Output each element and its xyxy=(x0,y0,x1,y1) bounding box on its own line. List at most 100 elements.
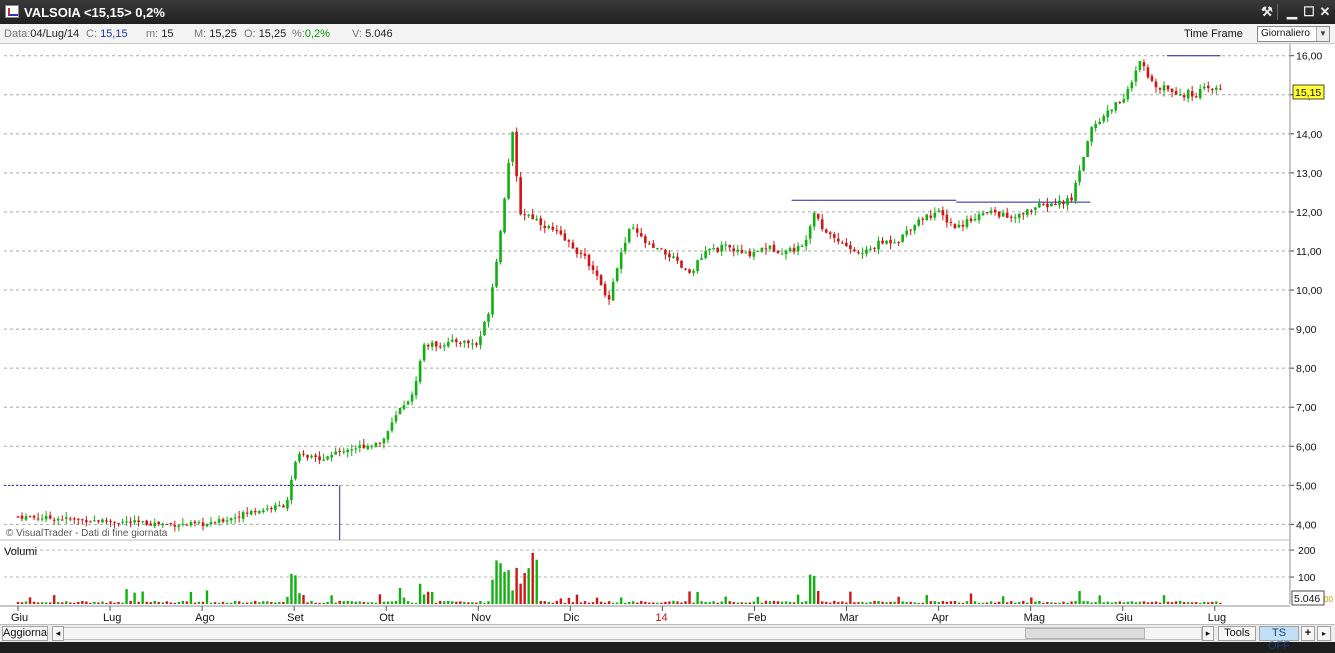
candle-body xyxy=(559,230,563,235)
volume-bar xyxy=(672,600,675,604)
candle-body xyxy=(1050,203,1053,207)
price-chart[interactable]: 4,00 5,00 6,00 7,00 8,00 9,00 10,00 11,00 12,00 1… xyxy=(0,44,1335,624)
volume-bar xyxy=(636,602,639,604)
volume-bar xyxy=(615,602,619,604)
volume-bar xyxy=(262,601,265,604)
candle-body xyxy=(314,455,317,457)
tools-button[interactable]: Tools xyxy=(1218,626,1256,641)
volume-bar xyxy=(169,602,173,604)
volume-bar xyxy=(680,602,683,604)
volume-bar xyxy=(660,602,663,604)
volume-bar xyxy=(1018,602,1021,604)
candle-body xyxy=(1158,88,1162,90)
candle-body xyxy=(1013,217,1017,219)
candle-body xyxy=(157,522,161,525)
volume-bar xyxy=(290,573,293,604)
y-tick-label: 16,00 xyxy=(1296,51,1322,63)
volume-bar xyxy=(780,601,784,604)
scroll-left-icon[interactable]: ◂ xyxy=(52,626,64,641)
candle-body xyxy=(816,213,820,219)
candle-body xyxy=(784,250,788,255)
candle-body xyxy=(487,313,490,322)
volume-bar xyxy=(298,593,301,604)
candle-body xyxy=(68,518,72,520)
volume-bar xyxy=(237,601,241,604)
candle-body xyxy=(36,518,40,520)
volume-bar xyxy=(40,602,44,604)
candle-body xyxy=(788,248,792,252)
volume-bar xyxy=(1199,602,1202,604)
volume-bar xyxy=(853,602,856,604)
plus-button[interactable]: + xyxy=(1301,626,1315,641)
candle-body xyxy=(97,520,100,522)
volume-bar xyxy=(398,588,402,604)
candle-body xyxy=(1090,127,1093,142)
candle-body xyxy=(555,229,559,232)
candle-body xyxy=(1178,94,1182,96)
timeframe-select[interactable]: Giornaliero ▼ xyxy=(1257,26,1330,42)
candle-body xyxy=(1150,76,1154,81)
candle-body xyxy=(768,245,772,249)
volume-bar xyxy=(1026,602,1029,604)
volume-bar xyxy=(1150,601,1154,604)
candle-body xyxy=(410,394,414,402)
volume-bar xyxy=(422,594,426,604)
candle-body xyxy=(398,408,402,415)
candle-body xyxy=(1118,102,1122,104)
candle-body xyxy=(1219,88,1222,90)
horizontal-scrollbar[interactable] xyxy=(52,627,1202,640)
tools-icon[interactable]: ⚒ xyxy=(1259,3,1275,20)
volume-bar xyxy=(1102,602,1105,604)
volume-bar xyxy=(89,602,92,604)
volume-bar xyxy=(744,602,748,604)
volume-bar xyxy=(897,596,900,604)
volume-bar xyxy=(93,601,96,604)
volume-bar xyxy=(475,602,478,604)
candle-body xyxy=(631,227,635,229)
volume-bar xyxy=(402,597,406,604)
candle-body xyxy=(688,269,691,273)
candle-body xyxy=(225,520,229,522)
candle-body xyxy=(1134,70,1138,82)
volume-bar xyxy=(362,601,366,604)
update-button[interactable]: Aggiorna xyxy=(2,626,48,641)
volume-bar xyxy=(696,591,699,604)
volume-bar xyxy=(595,597,599,604)
candle-body xyxy=(16,516,20,518)
volume-bar xyxy=(213,602,217,604)
volume-bar xyxy=(845,602,848,604)
candle-body xyxy=(853,249,856,252)
volume-bar xyxy=(44,602,48,604)
min-info: m: 15 xyxy=(146,28,174,40)
candle-body xyxy=(350,449,354,451)
volume-bar xyxy=(1014,602,1017,604)
volume-bar xyxy=(716,602,719,604)
expand-arrow-icon[interactable]: ▸ xyxy=(1317,626,1331,641)
volume-bar xyxy=(579,602,583,604)
volume-bar xyxy=(1194,602,1198,604)
volume-bar xyxy=(1190,602,1194,604)
volume-bar xyxy=(523,572,526,604)
volume-bar xyxy=(688,591,691,604)
candle-body xyxy=(744,252,748,254)
candle-body xyxy=(680,260,683,268)
volume-bar xyxy=(434,602,438,604)
candle-body xyxy=(917,219,921,226)
maximize-icon[interactable]: ☐ xyxy=(1301,3,1317,20)
minimize-icon[interactable]: ▁ xyxy=(1284,3,1300,20)
ts-off-button[interactable]: TS OFF xyxy=(1259,626,1299,652)
candle-body xyxy=(523,214,526,216)
candle-body xyxy=(696,260,699,271)
candle-body xyxy=(1194,96,1198,98)
volume-bar xyxy=(909,601,912,604)
volume-bar xyxy=(736,602,739,604)
dropdown-arrow-icon[interactable]: ▼ xyxy=(1316,27,1329,41)
scrollbar-thumb[interactable] xyxy=(1025,628,1145,639)
y-tick-label: 13,00 xyxy=(1296,168,1322,180)
candle-body xyxy=(1110,109,1114,112)
volume-bar xyxy=(985,602,989,604)
close-icon[interactable]: ✕ xyxy=(1317,3,1333,20)
scroll-right-icon[interactable]: ▸ xyxy=(1202,626,1214,641)
volume-bar xyxy=(603,602,607,604)
volume-bar xyxy=(788,601,792,604)
